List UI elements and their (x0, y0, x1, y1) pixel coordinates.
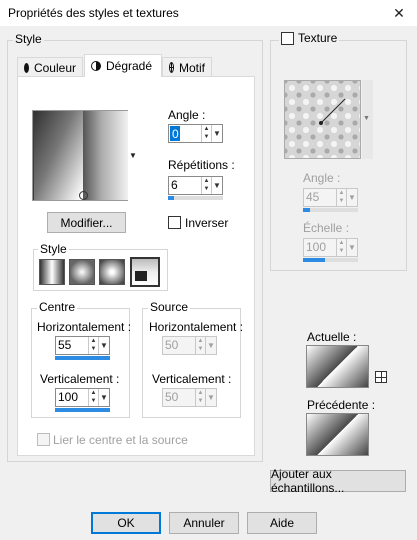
texture-dropdown-icon[interactable]: ▼ (363, 115, 370, 122)
angle-value[interactable]: 0 (170, 126, 180, 141)
style-group-label: Style (13, 32, 44, 46)
source-vertical-dropdown-icon[interactable]: ▼ (205, 389, 216, 406)
centre-horizontal-bar[interactable] (55, 356, 110, 360)
tab-degrade-label: Dégradé (106, 59, 153, 73)
source-horizontal-dropdown-icon[interactable]: ▼ (205, 337, 216, 354)
cancel-button[interactable]: Annuler (169, 512, 239, 534)
texture-angle-indicator-icon (319, 98, 346, 125)
gradient-style-sunburst[interactable] (130, 257, 160, 287)
precedente-label: Précédente : (307, 398, 376, 412)
half-circle-icon (91, 61, 101, 71)
source-horizontal-value[interactable]: 50 (163, 337, 195, 354)
centre-horizontal-dropdown-icon[interactable]: ▼ (98, 337, 109, 354)
close-icon[interactable]: ✕ (385, 3, 413, 23)
repetitions-updown-icon[interactable]: ▲ ▼ (201, 177, 211, 194)
angle-spinner[interactable]: 0 ▲ ▼ ▼ (168, 124, 223, 143)
ok-button[interactable]: OK (91, 512, 161, 534)
texture-echelle-dropdown-icon[interactable]: ▼ (346, 239, 357, 256)
gradient-style-radial[interactable] (99, 259, 125, 285)
tab-motif-label: Motif (178, 60, 205, 75)
tab-couleur-label: Couleur (33, 60, 76, 75)
link-centre-source-label: Lier le centre et la source (53, 433, 188, 447)
repetitions-level-fill (168, 196, 174, 200)
precedente-swatch[interactable] (306, 413, 369, 456)
tab-motif[interactable]: Motif (162, 57, 212, 77)
actuelle-label: Actuelle : (307, 330, 357, 344)
source-vertical-value[interactable]: 50 (163, 389, 195, 406)
modifier-button[interactable]: Modifier... (47, 212, 126, 233)
gradient-dropdown-icon[interactable]: ▼ (129, 151, 137, 160)
texture-header: Texture (279, 31, 340, 45)
centre-horizontal-label: Horizontalement : (37, 320, 132, 334)
texture-angle-label: Angle : (303, 171, 341, 185)
texture-echelle-spinner[interactable]: 100 ▲ ▼ ▼ (303, 238, 358, 257)
repetitions-label: Répétitions : (168, 158, 235, 172)
centre-vertical-dropdown-icon[interactable]: ▼ (98, 389, 109, 406)
centre-vertical-label: Verticalement : (40, 372, 120, 386)
texture-preview-scroll[interactable]: ▼ (362, 80, 373, 159)
source-label: Source (148, 300, 191, 314)
grid-globe-icon (169, 62, 174, 73)
angle-label: Angle : (168, 108, 206, 122)
gradient-style-label: Style (38, 242, 69, 256)
texture-echelle-value[interactable]: 100 (304, 239, 336, 256)
centre-vertical-bar[interactable] (55, 408, 110, 412)
add-to-swatches-button[interactable]: Ajouter aux échantillons... (270, 467, 406, 495)
centre-label: Centre (37, 300, 78, 314)
source-horizontal-label: Horizontalement : (149, 320, 244, 334)
repetitions-level-bar[interactable] (168, 196, 223, 200)
texture-angle-updown-icon[interactable]: ▲ ▼ (336, 189, 346, 206)
sunburst-corner (135, 271, 147, 281)
texture-preview[interactable] (284, 80, 361, 159)
angle-updown-icon[interactable]: ▲ ▼ (201, 125, 211, 142)
texture-echelle-label: Échelle : (303, 221, 350, 235)
texture-angle-spinner[interactable]: 45 ▲ ▼ ▼ (303, 188, 358, 207)
centre-horizontal-value[interactable]: 55 (56, 337, 88, 354)
source-horizontal-updown-icon[interactable]: ▲ ▼ (195, 337, 205, 354)
texture-checkbox[interactable] (281, 31, 294, 45)
repetitions-value[interactable]: 6 (169, 177, 201, 194)
link-centre-source-checkbox[interactable] (37, 433, 50, 446)
centre-vertical-value[interactable]: 100 (56, 389, 88, 406)
gradient-preview[interactable] (32, 110, 128, 201)
tab-degrade[interactable]: Dégradé (84, 54, 162, 77)
help-button[interactable]: Aide (247, 512, 317, 534)
texture-angle-bar[interactable] (303, 208, 358, 212)
filled-circle-icon (24, 62, 29, 73)
gradient-style-linear[interactable] (39, 259, 65, 285)
tab-couleur[interactable]: Couleur (17, 57, 83, 77)
angle-dropdown-icon[interactable]: ▼ (211, 125, 222, 142)
swap-icon[interactable] (375, 371, 387, 383)
inverser-label: Inverser (185, 216, 229, 230)
gradient-preview-right (83, 111, 128, 200)
centre-horizontal-updown-icon[interactable]: ▲ ▼ (88, 337, 98, 354)
texture-angle-dropdown-icon[interactable]: ▼ (346, 189, 357, 206)
centre-horizontal-spinner[interactable]: 55 ▲ ▼ ▼ (55, 336, 110, 355)
source-vertical-label: Verticalement : (152, 372, 232, 386)
source-horizontal-spinner[interactable]: 50 ▲ ▼ ▼ (162, 336, 217, 355)
texture-label: Texture (298, 31, 338, 45)
gradient-style-rectangular[interactable] (69, 259, 95, 285)
centre-vertical-spinner[interactable]: 100 ▲ ▼ ▼ (55, 388, 110, 407)
source-vertical-spinner[interactable]: 50 ▲ ▼ ▼ (162, 388, 217, 407)
texture-echelle-updown-icon[interactable]: ▲ ▼ (336, 239, 346, 256)
center-marker-icon[interactable] (79, 191, 88, 200)
window-title: Propriétés des styles et textures (8, 6, 179, 20)
repetitions-spinner[interactable]: 6 ▲ ▼ ▼ (168, 176, 223, 195)
repetitions-dropdown-icon[interactable]: ▼ (211, 177, 222, 194)
texture-echelle-bar[interactable] (303, 258, 358, 262)
centre-vertical-updown-icon[interactable]: ▲ ▼ (88, 389, 98, 406)
actuelle-swatch[interactable] (306, 345, 369, 388)
texture-angle-value[interactable]: 45 (304, 189, 336, 206)
inverser-checkbox[interactable] (168, 216, 181, 229)
source-vertical-updown-icon[interactable]: ▲ ▼ (195, 389, 205, 406)
